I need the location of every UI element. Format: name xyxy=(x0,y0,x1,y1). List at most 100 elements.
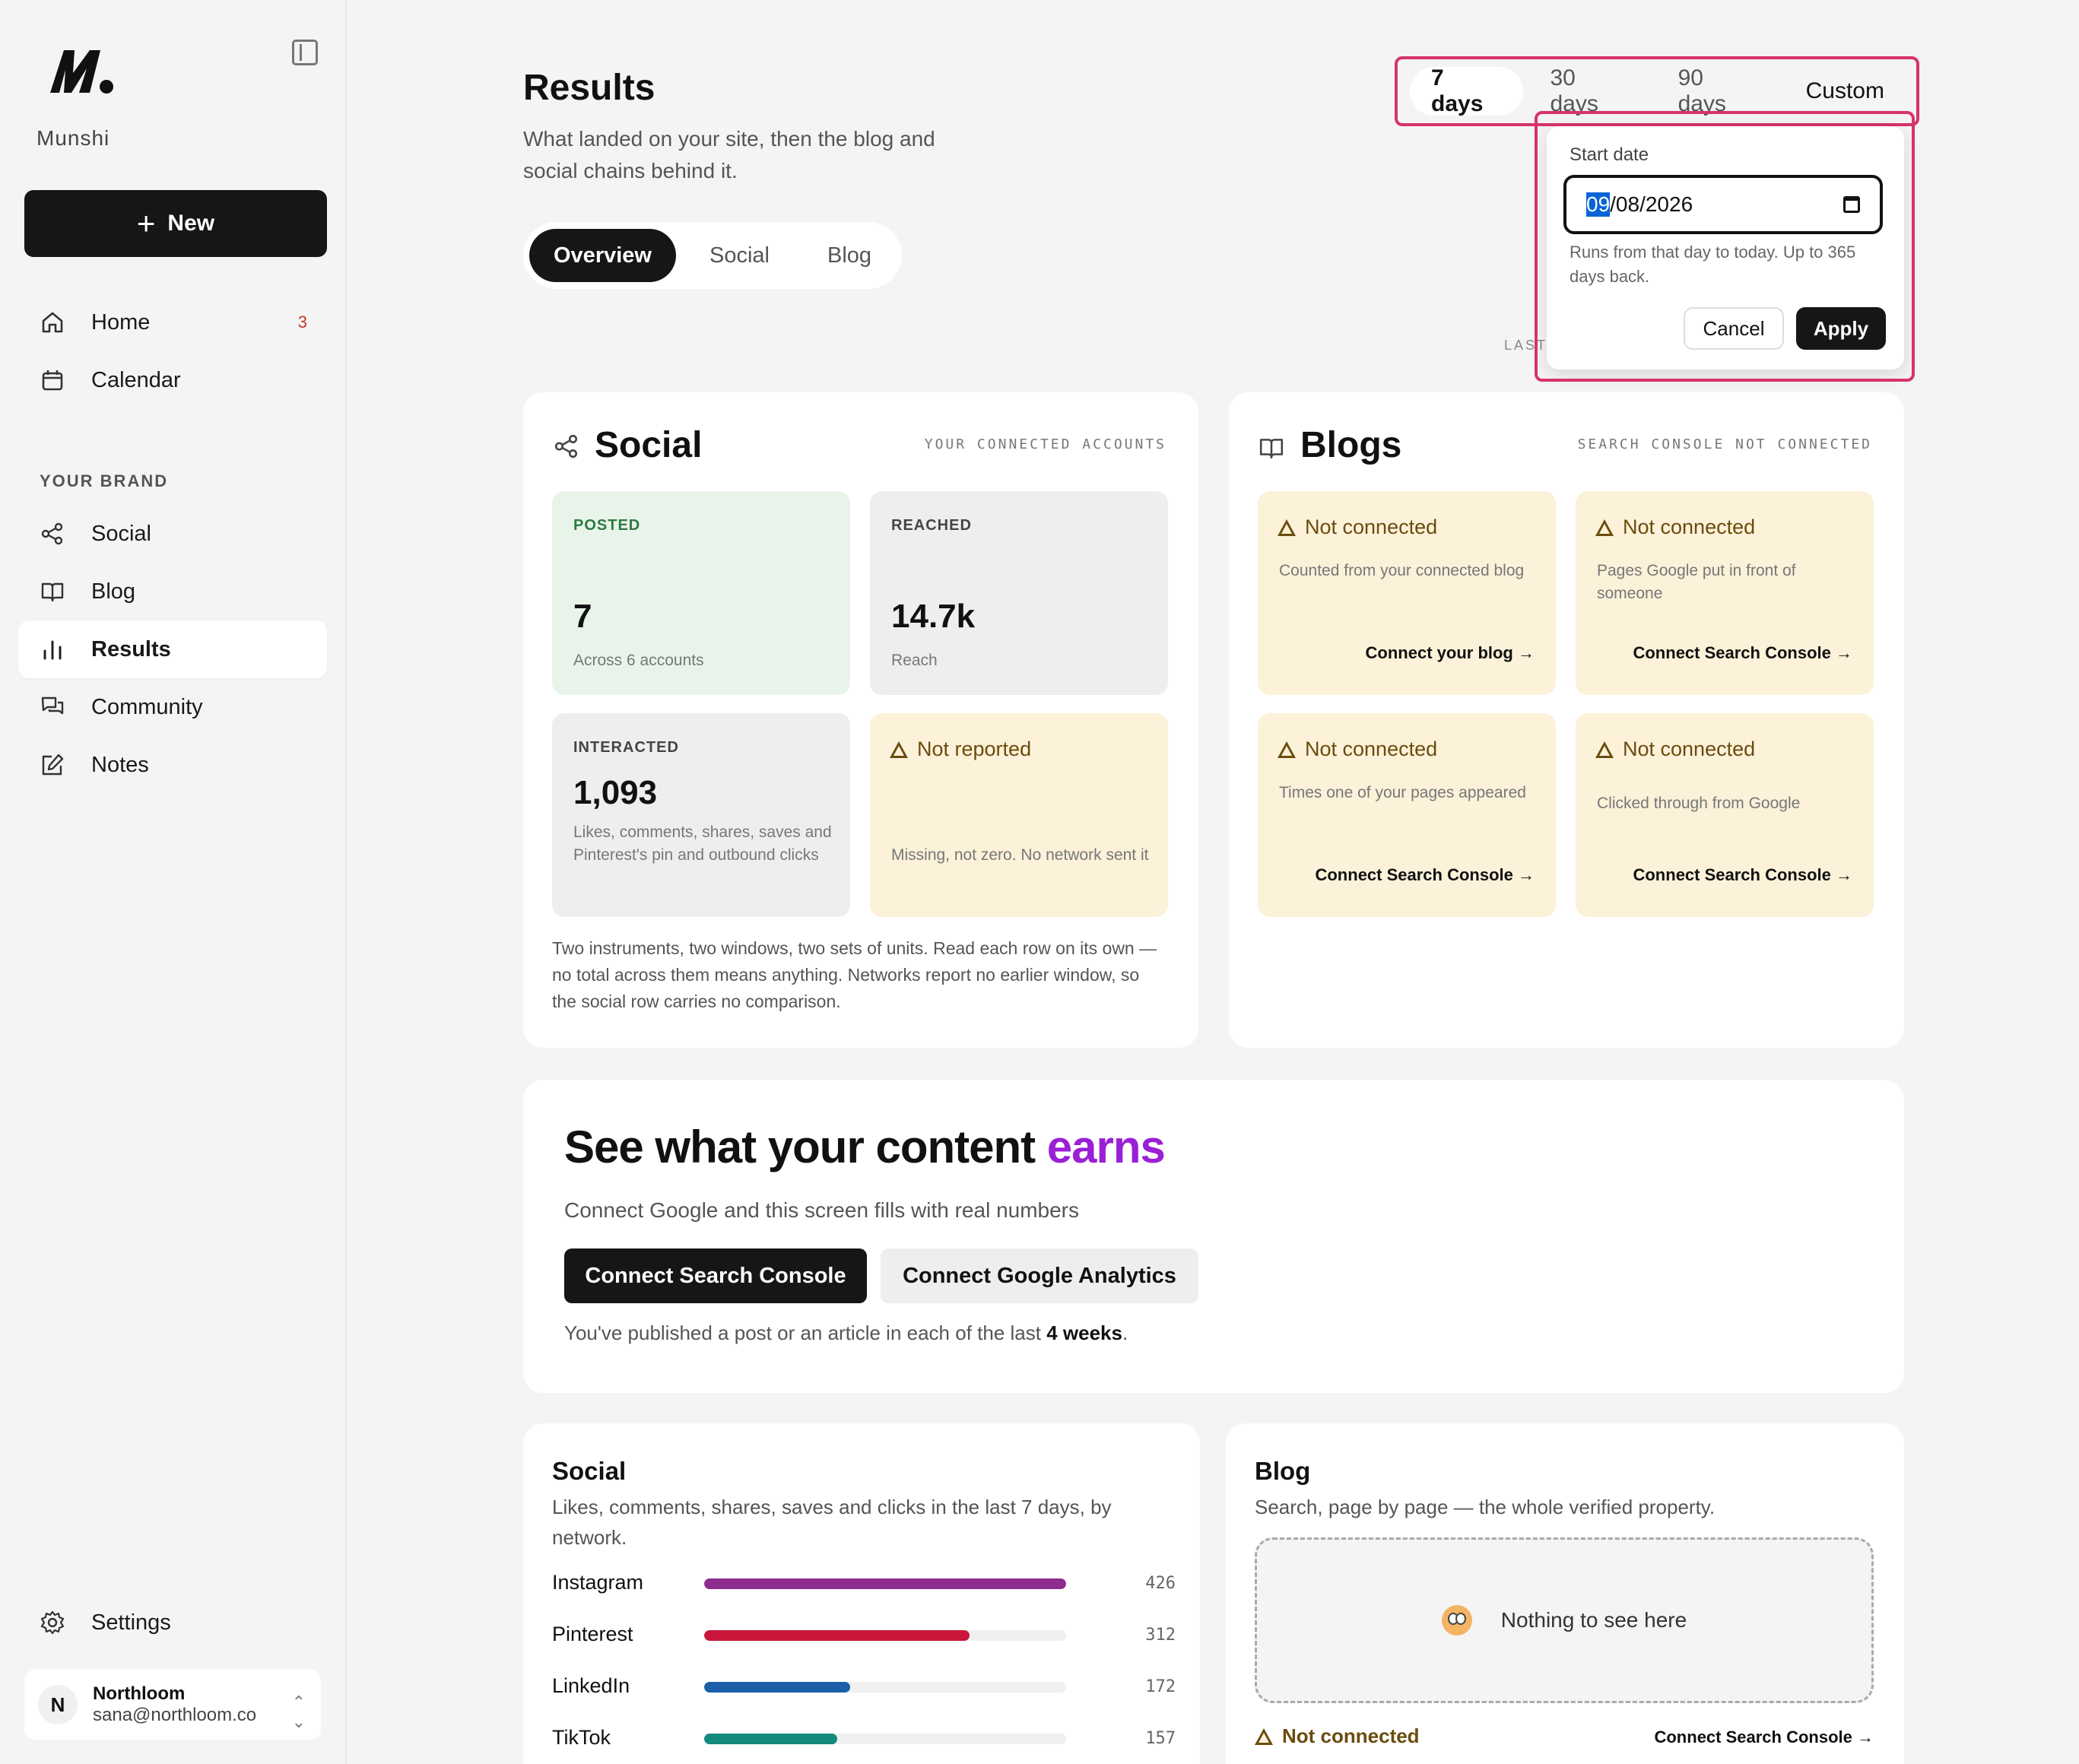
tile-label: POSTED xyxy=(573,517,641,534)
sidebar-item-social[interactable]: Social xyxy=(18,505,327,563)
network-bar-row: Pinterest 312 xyxy=(552,1620,1176,1650)
tab-social[interactable]: Social xyxy=(685,229,794,282)
bar-fill xyxy=(704,1578,1066,1589)
social-summary-card: Social YOUR CONNECTED ACCOUNTS POSTED 7 … xyxy=(523,392,1198,1048)
warning-title: Not reported xyxy=(890,738,1031,761)
tile-desc: Likes, comments, shares, saves and Pinte… xyxy=(573,823,832,864)
bar-track xyxy=(704,1630,1066,1641)
bar-fill xyxy=(704,1734,838,1744)
sidebar-item-results[interactable]: Results xyxy=(18,620,327,678)
account-switcher[interactable]: N Northloom sana@northloom.co ⌃ ⌄ xyxy=(24,1670,321,1740)
warning-title: Not connected xyxy=(1278,516,1437,539)
warning-icon xyxy=(1255,1728,1273,1745)
account-info: Northloom sana@northloom.co xyxy=(93,1683,256,1726)
connect-search-console-link[interactable]: Connect Search Console → xyxy=(1315,865,1535,885)
empty-state: Nothing to see here xyxy=(1255,1537,1874,1703)
share-icon xyxy=(554,433,579,463)
warning-icon xyxy=(1595,519,1614,536)
new-button-label: New xyxy=(167,211,215,236)
account-name: Northloom xyxy=(93,1683,186,1704)
warning-text: Not connected xyxy=(1305,738,1438,760)
blog-posts-tile: Not connected Counted from your connecte… xyxy=(1258,491,1556,695)
book-icon xyxy=(40,579,65,604)
warning-text: Not connected xyxy=(1623,738,1756,760)
social-footnote: Two instruments, two windows, two sets o… xyxy=(552,938,1157,1011)
sidebar-item-blog[interactable]: Blog xyxy=(18,563,327,620)
sidebar-item-notes[interactable]: Notes xyxy=(18,736,327,794)
section-title: Social xyxy=(552,1457,627,1485)
chat-icon xyxy=(40,694,65,720)
highlight-date-popover xyxy=(1535,111,1915,382)
warning-title: Not connected xyxy=(1595,516,1755,539)
tile-value: 14.7k xyxy=(891,598,976,635)
reached-tile: REACHED 14.7k Reach xyxy=(870,491,1168,695)
bar-fill xyxy=(704,1630,970,1641)
blogs-summary-card: Blogs SEARCH CONSOLE NOT CONNECTED Not c… xyxy=(1229,392,1904,1048)
tile-desc: Times one of your pages appeared xyxy=(1279,784,1526,801)
network-bar-row: LinkedIn 172 xyxy=(552,1671,1176,1702)
cta-title-main: See what your content xyxy=(564,1122,1036,1172)
sidebar-item-settings[interactable]: Settings xyxy=(18,1594,327,1651)
page-subtitle: What landed on your site, then the blog … xyxy=(523,127,935,182)
status-text: Not connected xyxy=(1282,1724,1420,1747)
connect-search-console-button[interactable]: Connect Search Console xyxy=(564,1248,867,1303)
connect-search-console-link[interactable]: Connect Search Console → xyxy=(1654,1728,1874,1747)
tab-overview[interactable]: Overview xyxy=(529,229,676,282)
munshi-logo[interactable] xyxy=(47,44,116,97)
new-button[interactable]: + New xyxy=(24,190,327,257)
tab-blog[interactable]: Blog xyxy=(803,229,896,282)
network-name: TikTok xyxy=(552,1726,611,1749)
warning-title: Not connected xyxy=(1278,738,1437,761)
card-meta: YOUR CONNECTED ACCOUNTS xyxy=(924,436,1166,452)
notification-badge: 3 xyxy=(297,313,307,332)
bar-track xyxy=(704,1682,1066,1693)
tile-label: REACHED xyxy=(891,517,972,534)
sidebar-item-label: Blog xyxy=(91,579,136,604)
brand-name: Munshi xyxy=(37,126,110,150)
tile-label: INTERACTED xyxy=(573,739,679,756)
network-value: 172 xyxy=(1145,1677,1176,1696)
bar-track xyxy=(704,1734,1066,1744)
connect-google-analytics-button[interactable]: Connect Google Analytics xyxy=(881,1248,1198,1303)
section-title: Blog xyxy=(1255,1457,1311,1485)
cta-subtitle: Connect Google and this screen fills wit… xyxy=(564,1198,1080,1222)
network-bar-row: Instagram 426 xyxy=(552,1568,1176,1598)
connect-google-cta-card: See what your content earns Connect Goog… xyxy=(523,1080,1904,1393)
sidebar-item-community[interactable]: Community xyxy=(18,678,327,736)
connect-search-console-link[interactable]: Connect Search Console → xyxy=(1633,643,1852,663)
sidebar-item-calendar[interactable]: Calendar xyxy=(18,351,327,409)
appearances-tile: Not connected Times one of your pages ap… xyxy=(1258,713,1556,917)
sidebar-collapse-icon[interactable] xyxy=(292,40,318,65)
warning-text: Not connected xyxy=(1623,516,1756,538)
sidebar-item-label: Community xyxy=(91,694,203,719)
avatar: N xyxy=(38,1685,78,1724)
posted-tile: POSTED 7 Across 6 accounts xyxy=(552,491,850,695)
sidebar-item-label: Social xyxy=(91,521,151,546)
section-subtitle: Likes, comments, shares, saves and click… xyxy=(552,1496,1112,1549)
social-breakdown-card: Social Likes, comments, shares, saves an… xyxy=(523,1423,1200,1764)
card-meta: SEARCH CONSOLE NOT CONNECTED xyxy=(1577,436,1872,452)
section-subtitle: Search, page by page — the whole verifie… xyxy=(1255,1496,1716,1518)
sidebar-item-home[interactable]: Home 3 xyxy=(18,293,327,351)
shocked-face-icon xyxy=(1441,1605,1472,1636)
clicks-tile: Not connected Clicked through from Googl… xyxy=(1576,713,1874,917)
home-icon xyxy=(40,309,65,335)
connect-search-console-link[interactable]: Connect Search Console → xyxy=(1633,865,1852,885)
tile-value: 7 xyxy=(573,598,592,635)
tile-desc: Pages Google put in front of someone xyxy=(1597,562,1796,602)
bar-chart-icon xyxy=(40,636,65,662)
sidebar-item-label: Results xyxy=(91,636,171,662)
not-reported-tile: Not reported Missing, not zero. No netwo… xyxy=(870,713,1168,917)
impressions-tile: Not connected Pages Google put in front … xyxy=(1576,491,1874,695)
network-value: 312 xyxy=(1145,1626,1176,1645)
network-name: LinkedIn xyxy=(552,1674,630,1697)
section-label-your-brand: YOUR BRAND xyxy=(40,471,169,490)
tile-desc: Clicked through from Google xyxy=(1597,795,1801,812)
network-name: Pinterest xyxy=(552,1623,633,1645)
view-tabs: Overview Social Blog xyxy=(523,222,903,289)
connect-blog-link[interactable]: Connect your blog → xyxy=(1366,643,1535,663)
bar-fill xyxy=(704,1682,851,1693)
tile-desc: Reach xyxy=(891,652,938,669)
warning-title: Not connected xyxy=(1595,738,1755,761)
cta-title: See what your content earns xyxy=(564,1121,1166,1173)
